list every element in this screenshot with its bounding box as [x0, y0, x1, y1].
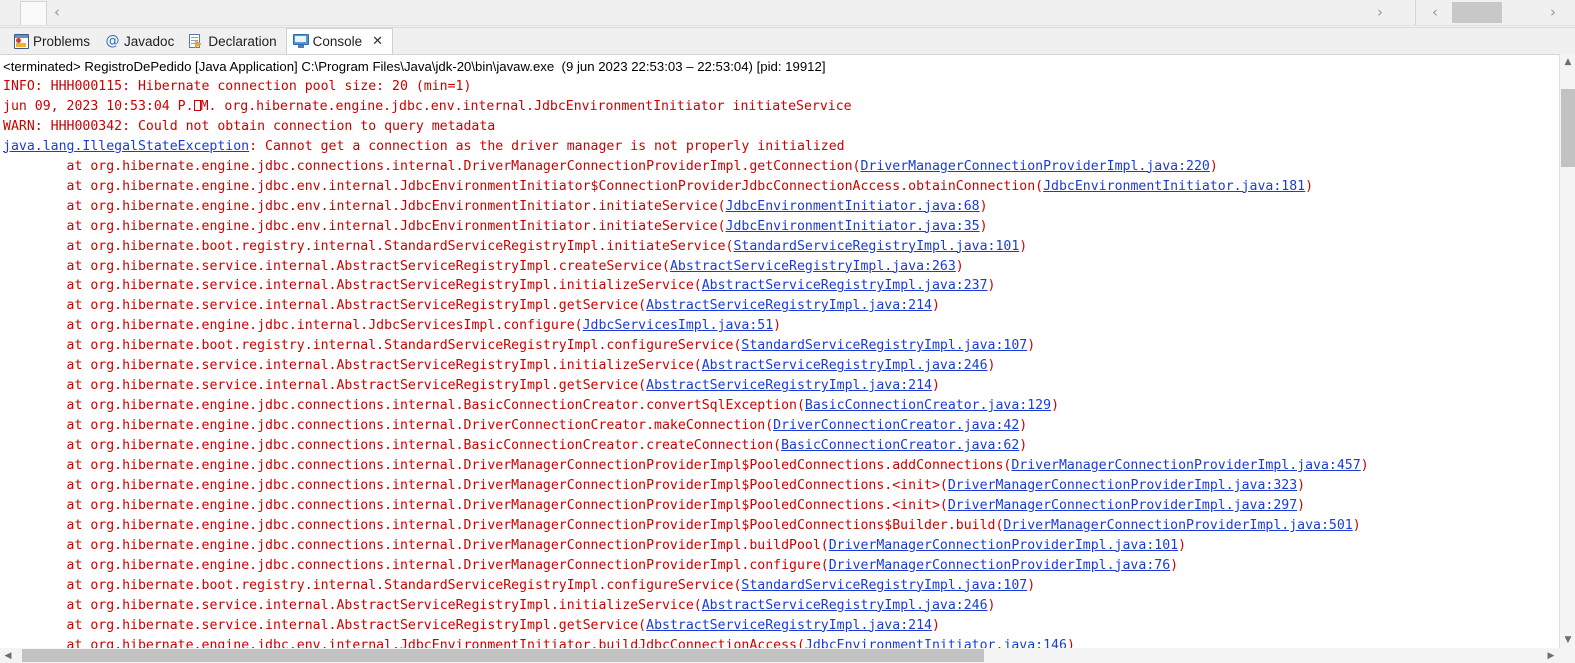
console-stack-frame: at org.hibernate.engine.jdbc.connections… — [3, 478, 1306, 494]
view-tab-bar: Problems @ Javadoc Declaration Console ✕ — [0, 27, 1575, 79]
console-vertical-scrollbar[interactable]: ▲ ▼ — [1559, 54, 1575, 648]
console-icon — [292, 34, 309, 49]
source-location-link[interactable]: AbstractServiceRegistryImpl.java:246 — [702, 598, 988, 613]
console-horizontal-scrollbar[interactable]: ◀ ▶ — [0, 648, 1559, 663]
console-stack-frame: at org.hibernate.engine.jdbc.connections… — [3, 517, 1361, 533]
tab-javadoc[interactable]: @ Javadoc — [99, 28, 183, 54]
source-location-link[interactable]: DriverManagerConnectionProviderImpl.java… — [829, 558, 1170, 573]
source-location-link[interactable]: BasicConnectionCreator.java:129 — [805, 398, 1051, 413]
console-exception-line: java.lang.IllegalStateException: Cannot … — [3, 138, 845, 154]
console-stack-frame: at org.hibernate.engine.jdbc.connections… — [3, 537, 1187, 553]
outline-scroll-left-icon[interactable]: ‹ — [1432, 5, 1438, 20]
tab-javadoc-label: Javadoc — [124, 33, 175, 49]
source-location-link[interactable]: DriverManagerConnectionProviderImpl.java… — [1011, 458, 1360, 473]
source-location-link[interactable]: DriverManagerConnectionProviderImpl.java… — [829, 538, 1178, 553]
editor-tab-stub[interactable] — [20, 1, 47, 25]
source-location-link[interactable]: DriverConnectionCreator.java:42 — [773, 418, 1019, 433]
scroll-down-icon[interactable]: ▼ — [1560, 632, 1575, 648]
scroll-up-icon[interactable]: ▲ — [1560, 54, 1575, 70]
source-location-link[interactable]: JdbcEnvironmentInitiator.java:68 — [726, 199, 980, 214]
console-stack-frame: at org.hibernate.service.internal.Abstra… — [3, 617, 940, 633]
console-line: WARN: HHH000342: Could not obtain connec… — [3, 118, 496, 134]
exception-type-link[interactable]: java.lang.IllegalStateException — [3, 139, 249, 154]
source-location-link[interactable]: JdbcServicesImpl.java:51 — [583, 318, 774, 333]
source-location-link[interactable]: StandardServiceRegistryImpl.java:107 — [741, 578, 1027, 593]
console-stack-frame: at org.hibernate.engine.jdbc.env.interna… — [3, 218, 988, 234]
source-location-link[interactable]: DriverManagerConnectionProviderImpl.java… — [861, 159, 1210, 174]
tab-problems-label: Problems — [33, 33, 91, 49]
console-stack-frame: at org.hibernate.boot.registry.internal.… — [3, 577, 1036, 593]
scroll-left-icon[interactable]: ‹ — [54, 5, 60, 20]
outline-scroll-right-icon[interactable]: › — [1550, 5, 1556, 20]
scroll-right-arrow-icon[interactable]: ▶ — [1543, 648, 1559, 663]
tab-problems[interactable]: Problems — [8, 28, 99, 54]
source-location-link[interactable]: AbstractServiceRegistryImpl.java:237 — [702, 278, 988, 293]
top-strip-divider — [1415, 0, 1416, 26]
tab-declaration[interactable]: Declaration — [183, 28, 285, 54]
source-location-link[interactable]: DriverManagerConnectionProviderImpl.java… — [948, 498, 1297, 513]
console-stack-frame: at org.hibernate.service.internal.Abstra… — [3, 378, 940, 394]
top-strip-underline — [0, 25, 1575, 26]
console-stack-frame: at org.hibernate.service.internal.Abstra… — [3, 258, 964, 274]
console-line: INFO: HHH000115: Hibernate connection po… — [3, 78, 472, 94]
console-stack-frame: at org.hibernate.engine.jdbc.env.interna… — [3, 178, 1314, 194]
declaration-icon — [189, 33, 204, 49]
vertical-scroll-thumb[interactable] — [1561, 89, 1575, 167]
console-stack-frame: at org.hibernate.service.internal.Abstra… — [3, 298, 940, 314]
horizontal-scroll-thumb[interactable] — [22, 649, 984, 662]
scroll-right-icon[interactable]: › — [1377, 5, 1383, 20]
tab-console-close-icon[interactable]: ✕ — [372, 34, 383, 49]
console-stack-frame: at org.hibernate.engine.jdbc.internal.Jd… — [3, 318, 782, 334]
outline-scroll-thumb[interactable] — [1452, 2, 1502, 23]
console-stack-frame: at org.hibernate.service.internal.Abstra… — [3, 278, 996, 294]
console-stack-frame: at org.hibernate.service.internal.Abstra… — [3, 358, 996, 374]
console-stack-frame: at org.hibernate.engine.jdbc.connections… — [3, 458, 1369, 474]
missing-glyph-icon — [193, 99, 201, 111]
source-location-link[interactable]: AbstractServiceRegistryImpl.java:214 — [646, 298, 932, 313]
view-tabs: Problems @ Javadoc Declaration Console ✕ — [8, 28, 394, 54]
javadoc-icon: @ — [105, 32, 120, 49]
tab-console-label: Console — [312, 34, 363, 49]
console-line: jun 09, 2023 10:53:04 P. M. org.hibernate… — [3, 98, 852, 114]
source-location-link[interactable]: StandardServiceRegistryImpl.java:101 — [733, 239, 1019, 254]
source-location-link[interactable]: AbstractServiceRegistryImpl.java:214 — [646, 378, 932, 393]
source-location-link[interactable]: JdbcEnvironmentInitiator.java:35 — [726, 219, 980, 234]
console-stack-frame: at org.hibernate.boot.registry.internal.… — [3, 238, 1028, 254]
console-stack-frame: at org.hibernate.engine.jdbc.connections… — [3, 398, 1060, 414]
console-output-panel[interactable]: <terminated> RegistroDePedido [Java Appl… — [0, 54, 1575, 663]
tab-declaration-label: Declaration — [208, 33, 277, 49]
source-location-link[interactable]: BasicConnectionCreator.java:62 — [781, 438, 1019, 453]
console-stack-frame: at org.hibernate.engine.jdbc.connections… — [3, 418, 1028, 434]
console-stack-frame: at org.hibernate.engine.jdbc.env.interna… — [3, 198, 988, 214]
source-location-link[interactable]: AbstractServiceRegistryImpl.java:263 — [670, 259, 956, 274]
console-stack-frame: at org.hibernate.engine.jdbc.connections… — [3, 557, 1179, 573]
tab-console[interactable]: Console ✕ — [285, 28, 394, 54]
scrollbar-corner — [1559, 648, 1575, 663]
console-stack-frame: at org.hibernate.engine.jdbc.connections… — [3, 497, 1306, 513]
console-stack-frame: at org.hibernate.engine.jdbc.connections… — [3, 438, 1028, 454]
source-location-link[interactable]: DriverManagerConnectionProviderImpl.java… — [948, 478, 1297, 493]
console-stack-frame: at org.hibernate.boot.registry.internal.… — [3, 338, 1036, 354]
console-stack-frame: at org.hibernate.engine.jdbc.connections… — [3, 158, 1218, 174]
source-location-link[interactable]: AbstractServiceRegistryImpl.java:246 — [702, 358, 988, 373]
source-location-link[interactable]: DriverManagerConnectionProviderImpl.java… — [1003, 518, 1352, 533]
source-location-link[interactable]: AbstractServiceRegistryImpl.java:214 — [646, 618, 932, 633]
problems-icon — [14, 33, 29, 49]
source-location-link[interactable]: StandardServiceRegistryImpl.java:107 — [741, 338, 1027, 353]
console-text-content: <terminated> RegistroDePedido [Java Appl… — [3, 57, 1369, 663]
console-stack-frame: at org.hibernate.service.internal.Abstra… — [3, 597, 996, 613]
editor-tab-strip: ‹ › ‹ › — [0, 0, 1575, 26]
scroll-left-arrow-icon[interactable]: ◀ — [0, 648, 16, 663]
console-header-line: <terminated> RegistroDePedido [Java Appl… — [3, 59, 826, 74]
eclipse-console-view: ‹ › ‹ › Problems @ Javadoc Declaration C… — [0, 0, 1575, 663]
source-location-link[interactable]: JdbcEnvironmentInitiator.java:181 — [1043, 179, 1305, 194]
